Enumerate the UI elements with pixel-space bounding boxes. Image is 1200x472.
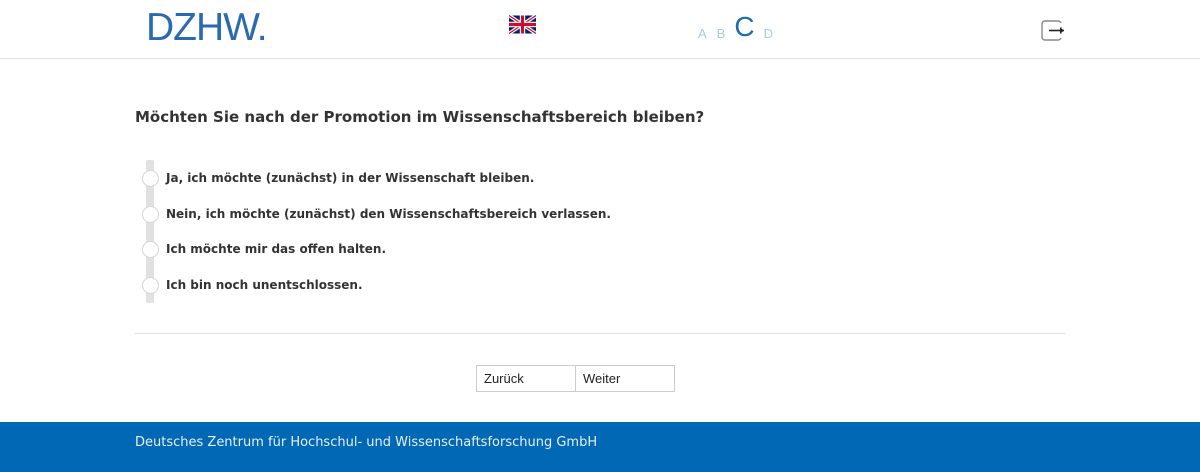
uk-flag-icon[interactable] xyxy=(509,14,536,35)
back-button[interactable]: Zurück xyxy=(476,365,576,392)
font-size-b[interactable]: B xyxy=(712,26,731,42)
radio-button[interactable] xyxy=(142,240,159,258)
question-text: Möchten Sie nach der Promotion im Wissen… xyxy=(135,108,705,126)
option-stay-in-science[interactable]: Ja, ich möchte (zunächst) in der Wissens… xyxy=(140,168,534,188)
option-label: Nein, ich möchte (zunächst) den Wissensc… xyxy=(166,207,611,221)
option-label: Ich möchte mir das offen halten. xyxy=(166,242,387,256)
navigation-buttons: Zurück Weiter xyxy=(476,365,675,392)
footer: Deutsches Zentrum für Hochschul- und Wis… xyxy=(0,422,1200,472)
option-undecided[interactable]: Ich bin noch unentschlossen. xyxy=(140,275,363,295)
header: DZHW. A B C D xyxy=(0,0,1200,59)
footer-text: Deutsches Zentrum für Hochschul- und Wis… xyxy=(135,435,598,450)
font-size-selector: A B C D xyxy=(693,12,778,42)
font-size-d[interactable]: D xyxy=(759,26,778,42)
font-size-c[interactable]: C xyxy=(730,12,758,42)
radio-button[interactable] xyxy=(142,276,159,294)
next-button[interactable]: Weiter xyxy=(576,365,675,392)
font-size-a[interactable]: A xyxy=(693,26,712,42)
option-leave-science[interactable]: Nein, ich möchte (zunächst) den Wissensc… xyxy=(140,204,611,224)
radio-button[interactable] xyxy=(142,205,159,223)
dzhw-logo[interactable]: DZHW. xyxy=(146,8,268,48)
option-keep-open[interactable]: Ich möchte mir das offen halten. xyxy=(140,239,386,259)
logout-icon[interactable] xyxy=(1041,20,1065,41)
option-label: Ja, ich möchte (zunächst) in der Wissens… xyxy=(166,171,535,185)
divider xyxy=(135,333,1065,334)
option-label: Ich bin noch unentschlossen. xyxy=(166,278,363,292)
radio-button[interactable] xyxy=(142,169,159,187)
